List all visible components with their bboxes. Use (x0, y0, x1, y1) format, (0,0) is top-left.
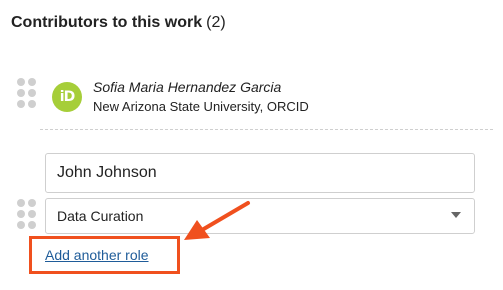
role-select[interactable]: Data Curation (45, 198, 475, 234)
contributor-name-input[interactable] (45, 153, 475, 193)
drag-handle-icon[interactable] (17, 78, 36, 108)
section-title: Contributors to this work (11, 14, 203, 31)
add-another-role-link[interactable]: Add another role (45, 245, 149, 265)
orcid-icon: iD (52, 82, 82, 112)
divider (40, 129, 493, 130)
arrow-icon (184, 201, 250, 240)
contributor-affiliation: New Arizona State University, ORCID (93, 99, 309, 114)
section-heading: Contributors to this work (2) (11, 12, 226, 34)
role-select-value: Data Curation (57, 208, 144, 224)
chevron-down-icon[interactable] (451, 212, 461, 218)
drag-handle-icon[interactable] (17, 199, 36, 229)
contributor-name: Sofia Maria Hernandez Garcia (93, 79, 282, 95)
contributor-count: (2) (206, 14, 226, 31)
